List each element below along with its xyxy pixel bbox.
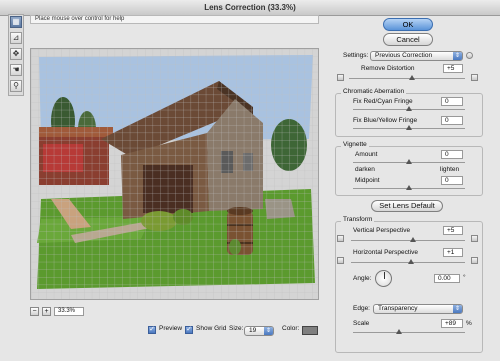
zoom-in-button[interactable]: + bbox=[42, 307, 51, 316]
vertical-perspective-thumb[interactable] bbox=[410, 237, 416, 242]
zoom-level-field[interactable]: 33.3% bbox=[54, 307, 84, 316]
angle-dial[interactable] bbox=[375, 270, 392, 287]
edge-select[interactable]: Transparency ⇕ bbox=[373, 304, 463, 314]
hand-tool-icon[interactable]: ☚ bbox=[10, 64, 22, 76]
chevron-updown-icon: ⇕ bbox=[453, 52, 462, 60]
scale-label: Scale bbox=[353, 320, 370, 327]
vignette-amount-label: Amount bbox=[355, 151, 378, 158]
horizontal-perspective-label: Horizontal Perspective bbox=[353, 249, 419, 256]
vignette-midpoint-label: Midpoint bbox=[355, 177, 380, 184]
scale-unit: % bbox=[466, 320, 472, 327]
vertical-perspective-right-icon bbox=[471, 235, 478, 242]
horizontal-perspective-field[interactable]: +1 bbox=[443, 248, 463, 257]
remove-distortion-tool-icon[interactable]: ▦ bbox=[10, 16, 22, 28]
fix-red-cyan-field[interactable]: 0 bbox=[441, 97, 463, 106]
vignette-amount-field[interactable]: 0 bbox=[441, 150, 463, 159]
pincushion-icon bbox=[337, 74, 344, 81]
angle-unit: ° bbox=[463, 274, 466, 281]
set-lens-default-button[interactable]: Set Lens Default bbox=[371, 200, 443, 212]
horizontal-perspective-thumb[interactable] bbox=[408, 259, 414, 264]
fix-red-cyan-label: Fix Red/Cyan Fringe bbox=[353, 98, 413, 105]
straighten-tool-icon[interactable]: ⊿ bbox=[10, 32, 22, 44]
horizontal-perspective-slider[interactable] bbox=[351, 259, 465, 264]
remove-distortion-slider[interactable] bbox=[349, 75, 465, 80]
vignette-amount-slider[interactable] bbox=[353, 159, 465, 164]
angle-field[interactable]: 0.00 bbox=[434, 274, 460, 283]
remove-distortion-label: Remove Distortion bbox=[361, 65, 415, 72]
remove-distortion-field[interactable]: +5 bbox=[443, 64, 463, 73]
help-text-bar: Place mouse over control for help bbox=[30, 15, 319, 24]
transform-title: Transform bbox=[341, 216, 375, 224]
settings-value: Previous Correction bbox=[375, 52, 433, 59]
grid-size-value: 19 bbox=[249, 327, 257, 334]
fix-blue-yellow-slider[interactable] bbox=[353, 125, 465, 130]
chromatic-aberration-title: Chromatic Aberration bbox=[341, 88, 407, 96]
vignette-midpoint-slider[interactable] bbox=[353, 185, 465, 190]
settings-select[interactable]: Previous Correction ⇕ bbox=[370, 51, 463, 61]
edge-value: Transparency bbox=[378, 305, 418, 312]
scale-thumb[interactable] bbox=[396, 329, 402, 334]
lighten-label: lighten bbox=[440, 166, 460, 173]
horizontal-perspective-left-icon bbox=[337, 257, 344, 264]
fix-blue-yellow-field[interactable]: 0 bbox=[441, 116, 463, 125]
scale-field[interactable]: +89 bbox=[441, 319, 463, 328]
grid-color-swatch[interactable] bbox=[302, 326, 318, 335]
zoom-tool-icon[interactable]: ⚲ bbox=[10, 80, 22, 92]
horizontal-perspective-right-icon bbox=[471, 257, 478, 264]
vertical-perspective-left-icon bbox=[337, 235, 344, 242]
show-grid-checkbox[interactable]: ✓ bbox=[185, 326, 193, 334]
remove-distortion-thumb[interactable] bbox=[409, 75, 415, 80]
size-label: Size: bbox=[229, 325, 244, 332]
preview-canvas[interactable] bbox=[30, 48, 319, 300]
scale-slider[interactable] bbox=[353, 329, 465, 334]
angle-label: Angle: bbox=[353, 275, 372, 282]
show-grid-label: Show Grid bbox=[196, 325, 227, 332]
settings-label: Settings: bbox=[343, 52, 369, 59]
color-label: Color: bbox=[282, 325, 300, 332]
preview-checkbox[interactable]: ✓ bbox=[148, 326, 156, 334]
settings-menu-icon[interactable] bbox=[466, 52, 473, 59]
vertical-perspective-label: Vertical Perspective bbox=[353, 227, 411, 234]
fix-red-cyan-thumb[interactable] bbox=[406, 106, 412, 111]
vignette-midpoint-thumb[interactable] bbox=[406, 185, 412, 190]
grid-size-select[interactable]: 19 ⇕ bbox=[244, 326, 274, 336]
fix-blue-yellow-label: Fix Blue/Yellow Fringe bbox=[353, 117, 418, 124]
vertical-perspective-slider[interactable] bbox=[351, 237, 465, 242]
move-grid-tool-icon[interactable]: ✥ bbox=[10, 48, 22, 60]
lens-correction-dialog: Lens Correction (33.3%) ▦ ⊿ ✥ ☚ ⚲ Place … bbox=[0, 0, 500, 361]
zoom-out-button[interactable]: − bbox=[30, 307, 39, 316]
fix-red-cyan-slider[interactable] bbox=[353, 106, 465, 111]
title-bar: Lens Correction (33.3%) bbox=[0, 0, 500, 16]
zoom-bar: − + 33.3% bbox=[30, 307, 319, 321]
vertical-perspective-field[interactable]: +5 bbox=[443, 226, 463, 235]
fix-blue-yellow-thumb[interactable] bbox=[406, 125, 412, 130]
darken-label: darken bbox=[355, 166, 375, 173]
chevron-updown-icon: ⇕ bbox=[264, 327, 273, 335]
vignette-midpoint-field[interactable]: 0 bbox=[441, 176, 463, 185]
edge-label: Edge: bbox=[353, 305, 370, 312]
vignette-amount-thumb[interactable] bbox=[406, 159, 412, 164]
preview-label: Preview bbox=[159, 325, 183, 332]
barrel-icon bbox=[471, 74, 478, 81]
tool-palette: ▦ ⊿ ✥ ☚ ⚲ bbox=[8, 14, 24, 96]
photo-preview bbox=[31, 49, 318, 299]
settings-panel: Settings: Previous Correction ⇕ Remove D… bbox=[331, 43, 495, 355]
window-title: Lens Correction (33.3%) bbox=[204, 3, 296, 12]
vignette-title: Vignette bbox=[341, 141, 369, 149]
chevron-updown-icon: ⇕ bbox=[453, 305, 462, 313]
ok-button[interactable]: OK bbox=[383, 18, 433, 31]
